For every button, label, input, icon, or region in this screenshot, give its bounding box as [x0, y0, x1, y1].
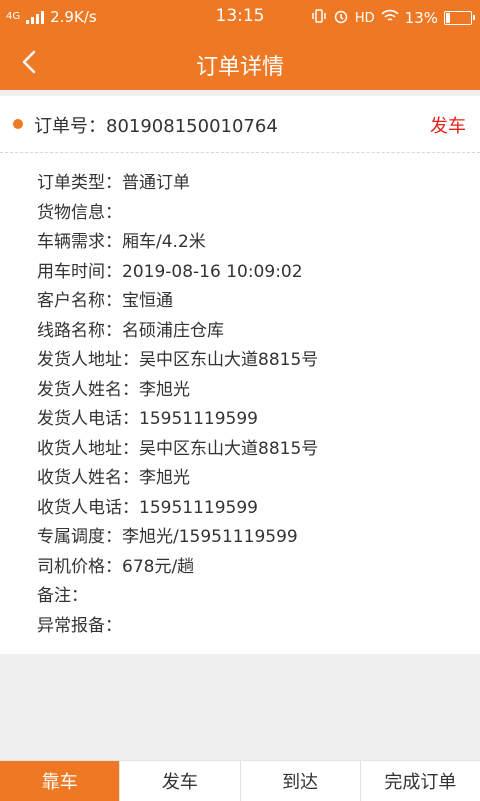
detail-remarks: 备注：	[37, 586, 88, 606]
detail-use-time: 用车时间：2019-08-16 10:09:02	[37, 261, 303, 282]
detail-exception-report: 异常报备：	[37, 615, 122, 636]
hd-indicator: HD	[354, 10, 375, 26]
alarm-icon	[333, 8, 349, 28]
order-number: 订单号：801908150010764	[34, 116, 278, 137]
detail-dispatcher: 专属调度：李旭光/15951119599	[37, 527, 298, 547]
vibrate-icon	[311, 8, 327, 28]
bullet-dot-icon	[13, 119, 23, 129]
detail-customer-name: 客户名称：宝恒通	[37, 291, 173, 311]
tab-complete-order[interactable]: 完成订单	[361, 761, 480, 801]
order-card: 订单号：801908150010764 发车 订单类型：普通订单 货物信息： 车…	[0, 96, 480, 654]
order-header: 订单号：801908150010764 发车	[0, 96, 480, 153]
battery-percent: 13%	[404, 9, 438, 27]
detail-consignee-name: 收货人姓名：李旭光	[37, 468, 190, 488]
battery-icon	[444, 11, 475, 25]
status-right: HD 13%	[311, 8, 475, 28]
order-status: 发车	[430, 116, 466, 137]
nav-bar: 订单详情	[0, 34, 480, 90]
bottom-tab-bar: 靠车 发车 到达 完成订单	[0, 760, 480, 801]
detail-route-name: 线路名称：名硕浦庄仓库	[37, 320, 224, 341]
detail-order-type: 订单类型：普通订单	[37, 173, 190, 193]
detail-shipper-name: 发货人姓名：李旭光	[37, 379, 190, 400]
tab-dock[interactable]: 靠车	[0, 761, 121, 801]
detail-shipper-phone: 发货人电话：15951119599	[37, 409, 258, 429]
detail-cargo-info: 货物信息：	[37, 202, 122, 223]
tab-depart[interactable]: 发车	[120, 761, 241, 801]
detail-consignee-phone: 收货人电话：15951119599	[37, 497, 258, 518]
order-details: 订单类型：普通订单 货物信息： 车辆需求：厢车/4.2米 用车时间：2019-0…	[37, 168, 318, 640]
status-bar: 4G 2.9K/s 13:15 HD 13%	[0, 0, 480, 34]
tab-arrive[interactable]: 到达	[241, 761, 361, 801]
detail-consignee-address: 收货人地址：吴中区东山大道8815号	[37, 438, 319, 459]
page-title: 订单详情	[195, 55, 284, 80]
detail-vehicle-requirement: 车辆需求：厢车/4.2米	[37, 232, 206, 252]
detail-shipper-address: 发货人地址：吴中区东山大道8815号	[37, 350, 319, 370]
wifi-icon	[381, 9, 399, 27]
detail-driver-price: 司机价格：678元/趟	[37, 556, 195, 577]
